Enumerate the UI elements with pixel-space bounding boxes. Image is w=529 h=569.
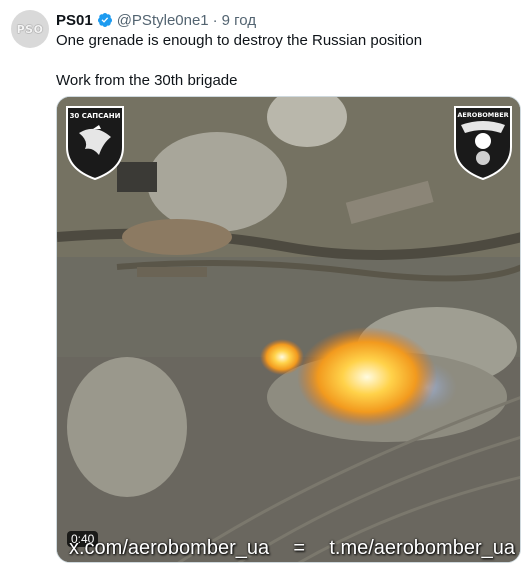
watermark-telegram-link: t.me/aerobomber_ua	[329, 537, 515, 559]
watermark-x-link: x.com/aerobomber_ua	[69, 537, 270, 559]
display-name[interactable]: PS01	[56, 12, 93, 29]
tweet-text-line: One grenade is enough to destroy the Rus…	[56, 32, 423, 49]
tweet-text: One grenade is enough to destroy the Rus…	[56, 31, 516, 91]
avatar[interactable]: PSO	[11, 10, 49, 48]
video-watermark: x.com/aerobomber_ua = t.me/aerobomber_ua	[69, 537, 515, 560]
avatar-label: PSO	[16, 22, 44, 36]
watermark-separator: =	[293, 537, 306, 559]
tweet-card[interactable]: PSO PS01 @PStyle0ne1 · 9 год One grenade…	[0, 0, 529, 569]
tweet-header: PS01 @PStyle0ne1 · 9 год	[56, 10, 256, 30]
separator-dot: ·	[212, 11, 218, 29]
aerobomber-logo: AEROBOMBER	[451, 103, 515, 181]
video-player[interactable]: 30 САПСАНИ AEROBOMBER 0:40 x.com/aerobom…	[56, 96, 521, 563]
user-handle[interactable]: @PStyle0ne1	[117, 12, 209, 29]
tweet-text-line: Work from the 30th brigade	[56, 72, 238, 89]
emblem-label: 30 САПСАНИ	[70, 112, 121, 120]
verified-badge-icon	[97, 12, 113, 28]
aerobomber-label: AEROBOMBER	[457, 111, 508, 119]
timestamp[interactable]: 9 год	[222, 12, 256, 29]
brigade-emblem-logo: 30 САПСАНИ	[63, 103, 127, 181]
